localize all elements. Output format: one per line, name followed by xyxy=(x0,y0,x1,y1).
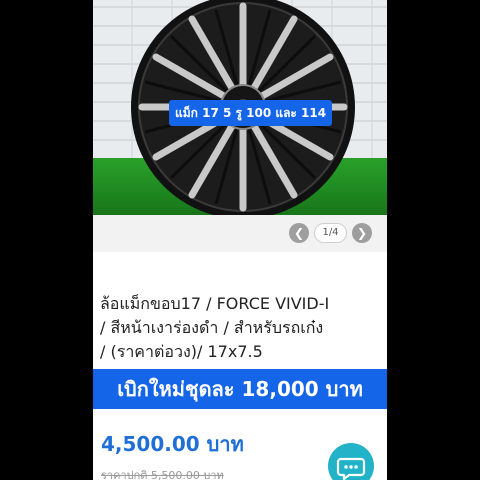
old-price: ราคาปกติ 5,500.00 บาท xyxy=(101,469,224,480)
title-line-3: / (ราคาต่อวง)/ 17x7.5 xyxy=(100,342,263,361)
offer-banner: เบิกใหม่ชุดละ 18,000 บาท xyxy=(93,369,387,409)
product-title: ล้อแม็กขอบ17 / FORCE VIVID-I / สีหน้าเงา… xyxy=(100,292,386,364)
product-image[interactable]: แม็ก 17 5 รู 100 และ 114 xyxy=(93,0,387,215)
title-line-1: ล้อแม็กขอบ17 / FORCE VIVID-I xyxy=(100,294,330,313)
chevron-left-icon[interactable]: ❮ xyxy=(289,223,309,243)
image-counter: 1/4 xyxy=(314,223,347,243)
product-page: แม็ก 17 5 รู 100 และ 114 ❮ 1/4 ❯ ล้อแม็ก… xyxy=(93,0,387,480)
price: 4,500.00 บาท xyxy=(101,432,244,456)
title-line-2: / สีหน้าเงาร่องดำ / สำหรับรถเก๋ง xyxy=(100,318,324,337)
promo-tag: แม็ก 17 5 รู 100 และ 114 xyxy=(169,100,333,126)
image-pager: ❮ 1/4 ❯ xyxy=(93,215,387,252)
chat-button[interactable] xyxy=(328,443,374,480)
chat-bubble-icon xyxy=(336,457,366,480)
chevron-right-icon[interactable]: ❯ xyxy=(352,223,372,243)
